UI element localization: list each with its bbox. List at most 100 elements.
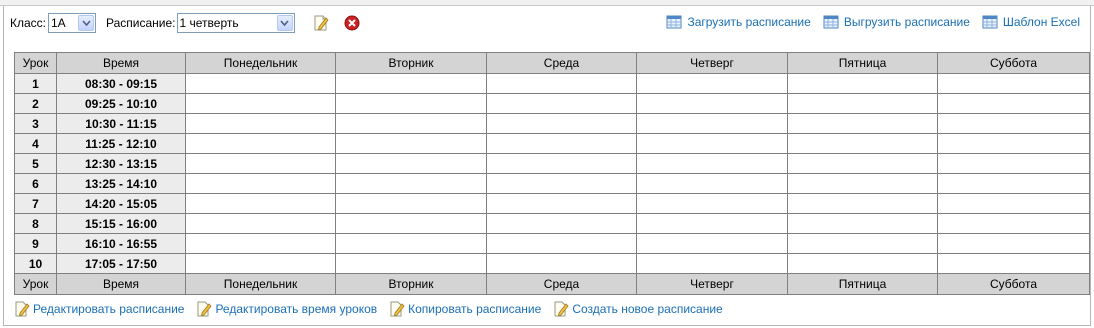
schedule-cell-wednesday[interactable] — [486, 193, 637, 214]
schedule-cell-saturday[interactable] — [937, 253, 1090, 274]
table-row: 6 13:25 - 14:10 — [14, 173, 1090, 194]
column-footer-lesson: Урок — [14, 273, 57, 295]
schedule-cell-thursday[interactable] — [636, 73, 788, 94]
edit-schedule-icon[interactable] — [312, 14, 330, 32]
schedule-cell-thursday[interactable] — [636, 113, 788, 134]
schedule-cell-friday[interactable] — [787, 213, 938, 234]
schedule-cell-saturday[interactable] — [937, 73, 1090, 94]
excel-template-link[interactable]: Шаблон Excel — [982, 14, 1080, 30]
table-row: 7 14:20 - 15:05 — [14, 193, 1090, 214]
schedule-cell-tuesday[interactable] — [335, 253, 487, 274]
edit-document-icon — [196, 301, 212, 317]
schedule-cell-friday[interactable] — [787, 153, 938, 174]
schedule-cell-thursday[interactable] — [636, 153, 788, 174]
schedule-cell-wednesday[interactable] — [486, 173, 637, 194]
column-footer-time: Время — [56, 273, 186, 295]
schedule-cell-thursday[interactable] — [636, 173, 788, 194]
schedule-cell-monday[interactable] — [185, 113, 336, 134]
edit-lesson-times-link[interactable]: Редактировать время уроков — [196, 301, 377, 317]
schedule-cell-friday[interactable] — [787, 233, 938, 254]
schedule-cell-saturday[interactable] — [937, 113, 1090, 134]
schedule-cell-thursday[interactable] — [636, 93, 788, 114]
lesson-time-cell: 09:25 - 10:10 — [56, 93, 186, 114]
schedule-cell-friday[interactable] — [787, 113, 938, 134]
delete-schedule-icon[interactable] — [343, 14, 361, 32]
schedule-cell-thursday[interactable] — [636, 193, 788, 214]
schedule-cell-monday[interactable] — [185, 193, 336, 214]
lesson-time-cell: 16:10 - 16:55 — [56, 233, 186, 254]
schedule-cell-wednesday[interactable] — [486, 213, 637, 234]
lesson-time-cell: 13:25 - 14:10 — [56, 173, 186, 194]
schedule-cell-wednesday[interactable] — [486, 153, 637, 174]
class-select[interactable]: 1А — [48, 13, 96, 33]
upload-schedule-link[interactable]: Загрузить расписание — [666, 14, 811, 30]
chevron-down-icon[interactable] — [78, 15, 94, 31]
schedule-cell-tuesday[interactable] — [335, 153, 487, 174]
column-header-tuesday: Вторник — [335, 52, 487, 74]
column-header-monday: Понедельник — [185, 52, 336, 74]
lesson-time-cell: 15:15 - 16:00 — [56, 213, 186, 234]
schedule-cell-tuesday[interactable] — [335, 233, 487, 254]
schedule-cell-saturday[interactable] — [937, 233, 1090, 254]
schedule-cell-saturday[interactable] — [937, 193, 1090, 214]
schedule-cell-wednesday[interactable] — [486, 113, 637, 134]
schedule-cell-wednesday[interactable] — [486, 93, 637, 114]
schedule-cell-saturday[interactable] — [937, 173, 1090, 194]
copy-schedule-link[interactable]: Копировать расписание — [389, 301, 541, 317]
schedule-cell-tuesday[interactable] — [335, 173, 487, 194]
edit-schedule-link[interactable]: Редактировать расписание — [14, 301, 184, 317]
lesson-number-cell: 3 — [14, 113, 57, 134]
schedule-cell-monday[interactable] — [185, 253, 336, 274]
lesson-number-cell: 9 — [14, 233, 57, 254]
schedule-cell-tuesday[interactable] — [335, 113, 487, 134]
schedule-cell-wednesday[interactable] — [486, 73, 637, 94]
download-schedule-link[interactable]: Выгрузить расписание — [823, 14, 970, 30]
lesson-number-cell: 4 — [14, 133, 57, 154]
schedule-cell-wednesday[interactable] — [486, 233, 637, 254]
excel-template-label: Шаблон Excel — [1002, 15, 1080, 29]
schedule-select[interactable]: 1 четверть — [176, 13, 295, 33]
schedule-cell-tuesday[interactable] — [335, 193, 487, 214]
lesson-number-cell: 10 — [14, 253, 57, 274]
schedule-cell-friday[interactable] — [787, 93, 938, 114]
schedule-cell-tuesday[interactable] — [335, 213, 487, 234]
table-row: 5 12:30 - 13:15 — [14, 153, 1090, 174]
schedule-cell-friday[interactable] — [787, 73, 938, 94]
create-schedule-link[interactable]: Создать новое расписание — [553, 301, 723, 317]
lesson-time-cell: 17:05 - 17:50 — [56, 253, 186, 274]
lesson-number-cell: 8 — [14, 213, 57, 234]
table-row: 2 09:25 - 10:10 — [14, 93, 1090, 114]
schedule-cell-wednesday[interactable] — [486, 133, 637, 154]
schedule-cell-tuesday[interactable] — [335, 133, 487, 154]
column-footer-wednesday: Среда — [486, 273, 637, 295]
schedule-cell-thursday[interactable] — [636, 213, 788, 234]
create-schedule-label: Создать новое расписание — [572, 302, 723, 316]
schedule-cell-friday[interactable] — [787, 133, 938, 154]
schedule-cell-saturday[interactable] — [937, 213, 1090, 234]
schedule-cell-thursday[interactable] — [636, 133, 788, 154]
schedule-cell-monday[interactable] — [185, 233, 336, 254]
schedule-cell-monday[interactable] — [185, 153, 336, 174]
table-icon — [666, 14, 682, 30]
schedule-cell-friday[interactable] — [787, 253, 938, 274]
schedule-cell-monday[interactable] — [185, 133, 336, 154]
schedule-cell-saturday[interactable] — [937, 93, 1090, 114]
schedule-cell-monday[interactable] — [185, 173, 336, 194]
chevron-down-icon[interactable] — [276, 15, 293, 31]
schedule-cell-friday[interactable] — [787, 173, 938, 194]
schedule-cell-monday[interactable] — [185, 73, 336, 94]
column-header-saturday: Суббота — [937, 52, 1090, 74]
schedule-cell-saturday[interactable] — [937, 153, 1090, 174]
schedule-cell-tuesday[interactable] — [335, 93, 487, 114]
schedule-cell-thursday[interactable] — [636, 233, 788, 254]
schedule-cell-wednesday[interactable] — [486, 253, 637, 274]
table-row: 3 10:30 - 11:15 — [14, 113, 1090, 134]
schedule-cell-monday[interactable] — [185, 213, 336, 234]
schedule-cell-monday[interactable] — [185, 93, 336, 114]
table-icon — [982, 14, 998, 30]
schedule-cell-thursday[interactable] — [636, 253, 788, 274]
schedule-cell-friday[interactable] — [787, 193, 938, 214]
column-header-thursday: Четверг — [636, 52, 788, 74]
schedule-cell-saturday[interactable] — [937, 133, 1090, 154]
schedule-cell-tuesday[interactable] — [335, 73, 487, 94]
